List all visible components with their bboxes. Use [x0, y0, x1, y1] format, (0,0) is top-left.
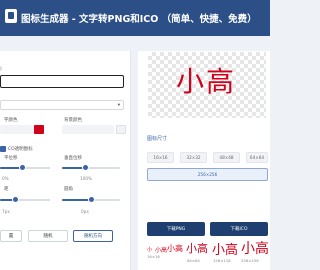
- thumb-64-glyph: 小高: [186, 242, 208, 255]
- app-logo-icon: [5, 9, 17, 23]
- icon-text-input[interactable]: [0, 75, 124, 88]
- size-section-title: 图标尺寸: [147, 136, 168, 142]
- offset-v-slider[interactable]: [62, 164, 120, 171]
- offset-h-slider-thumb[interactable]: [19, 164, 26, 171]
- thumb-32-glyph: 小高: [155, 247, 168, 254]
- icon-preview: 小高: [148, 52, 266, 118]
- download-png-button[interactable]: 下载PNG: [147, 222, 205, 236]
- offset-h-label: 平位移: [4, 156, 18, 161]
- offset-h-slider[interactable]: [0, 164, 50, 171]
- thumb-256-glyph: 小高: [241, 241, 269, 257]
- text-input-label: ): [0, 67, 2, 72]
- spacing-value: 7px: [2, 209, 10, 214]
- offset-v-value: 100%: [80, 176, 92, 181]
- size-option-32[interactable]: 32×32: [180, 152, 207, 163]
- thumb-16-label: 16×16: [147, 254, 160, 259]
- random-direction-button[interactable]: 随机方向: [73, 230, 113, 242]
- spacing-label: 距: [4, 187, 9, 192]
- offset-v-label: 垂直位移: [64, 156, 82, 161]
- reset-button[interactable]: 置: [0, 230, 22, 242]
- app-header: 图标生成器 - 文字转PNG和ICO （简单、快捷、免费）: [0, 0, 270, 36]
- radius-slider-thumb[interactable]: [87, 196, 95, 203]
- radius-slider[interactable]: [62, 196, 120, 203]
- radius-value: 0px: [81, 209, 89, 214]
- thumb-128-label: 128×128: [213, 258, 231, 263]
- thumb-64-label: 64×64: [187, 258, 200, 263]
- text-color-swatch[interactable]: [34, 125, 44, 134]
- size-option-64[interactable]: 64×64: [246, 152, 268, 163]
- bg-color-swatch[interactable]: [116, 125, 126, 134]
- transparent-ico-label: CO透明图标: [8, 147, 33, 152]
- thumb-128-glyph: 小高: [212, 243, 239, 258]
- text-color-label: 字颜色: [4, 118, 18, 123]
- size-option-256[interactable]: 256×256: [147, 168, 268, 181]
- bg-color-label: 背景颜色: [64, 118, 82, 123]
- transparent-ico-checkbox[interactable]: [0, 146, 6, 152]
- thumb-48-glyph: 小高: [167, 244, 183, 253]
- font-select[interactable]: ▾: [0, 100, 124, 110]
- bg-color-field[interactable]: [62, 125, 114, 134]
- chevron-down-icon: ▾: [117, 103, 120, 108]
- download-ico-button[interactable]: 下载ICO: [210, 222, 268, 236]
- radius-label: 圆角: [64, 187, 73, 192]
- spacing-slider[interactable]: [0, 196, 50, 203]
- radius-slider-fill: [62, 199, 91, 201]
- thumb-16-glyph: 小: [147, 247, 153, 253]
- thumb-256-label: 256×256: [241, 258, 259, 263]
- page-title: 图标生成器 - 文字转PNG和ICO （简单、快捷、免费）: [21, 14, 257, 25]
- offset-v-slider-thumb[interactable]: [81, 164, 89, 171]
- random-button[interactable]: 随机: [28, 230, 68, 242]
- offset-h-value: 0%: [2, 176, 9, 181]
- size-option-48[interactable]: 48×48: [213, 152, 240, 163]
- spacing-slider-thumb[interactable]: [11, 196, 19, 203]
- size-option-16[interactable]: 16×16: [147, 152, 174, 163]
- preview-glyph: 小高: [176, 65, 237, 98]
